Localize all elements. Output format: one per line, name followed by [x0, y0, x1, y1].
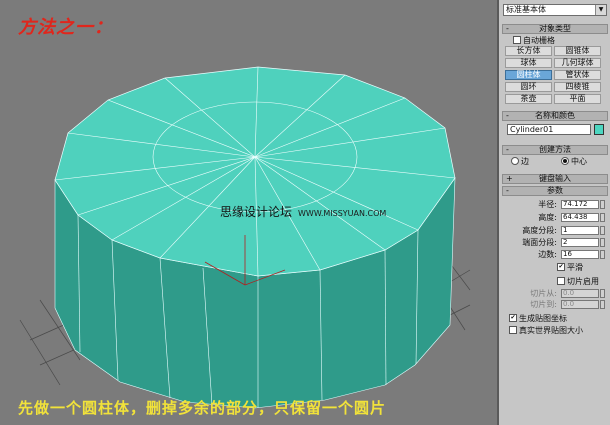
rollout-name-color[interactable]: - 名称和颜色	[502, 111, 608, 121]
checkbox-box	[557, 276, 565, 285]
checkbox-checked: ✔	[509, 313, 517, 322]
primitive-type-dropdown[interactable]: 标准基本体 ▼	[503, 4, 607, 16]
cylinder-button[interactable]: 圆柱体	[505, 70, 552, 80]
radio-dot	[511, 156, 519, 165]
radio-edge[interactable]: 边	[511, 156, 529, 167]
radio-center[interactable]: 中心	[561, 156, 587, 167]
spinner-icon[interactable]	[600, 250, 605, 259]
rollout-parameters[interactable]: - 参数	[502, 186, 608, 196]
rollout-creation-method[interactable]: - 创建方法	[502, 145, 608, 155]
param-label: 端面分段:	[522, 238, 557, 247]
auto-grid-label: 自动栅格	[523, 36, 555, 45]
tube-button[interactable]: 管状体	[554, 70, 601, 80]
plane-button[interactable]: 平面	[554, 94, 601, 104]
geosphere-button[interactable]: 几何球体	[554, 58, 601, 68]
radio-dot-selected	[561, 156, 569, 165]
slice-on-checkbox[interactable]: 切片启用	[557, 276, 599, 287]
real-world-map-label: 真实世界贴图大小	[519, 326, 583, 335]
smooth-label: 平滑	[567, 263, 583, 272]
pyramid-button[interactable]: 四棱锥	[554, 82, 601, 92]
dropdown-value: 标准基本体	[506, 5, 546, 14]
object-name-input[interactable]: Cylinder01	[507, 124, 591, 135]
watermark-text: 思缘设计论坛	[220, 205, 293, 219]
radio-center-label: 中心	[571, 157, 587, 166]
watermark: 思缘设计论坛 WWW.MISSYUAN.COM	[220, 203, 386, 220]
param-slice-to: 切片到: 0.0	[503, 300, 607, 310]
teapot-button[interactable]: 茶壶	[505, 94, 552, 104]
real-world-map-checkbox[interactable]: 真实世界贴图大小	[509, 325, 583, 336]
param-label: 边数:	[538, 250, 557, 259]
param-height-segments: 高度分段: 1	[503, 226, 607, 236]
rollout-object-type[interactable]: - 对象类型	[502, 24, 608, 34]
tutorial-caption: 先做一个圆柱体，删掉多余的部分，只保留一个圆片	[18, 399, 387, 417]
smooth-checkbox[interactable]: ✔ 平滑	[557, 262, 583, 273]
rollout-title: 参数	[547, 186, 563, 195]
slice-on-label: 切片启用	[567, 277, 599, 286]
spinner-icon[interactable]	[600, 226, 605, 235]
checkbox-box	[513, 35, 521, 44]
param-slice-from: 切片从: 0.0	[503, 289, 607, 299]
rollout-title: 对象类型	[539, 24, 571, 33]
param-height: 高度: 64.438	[503, 213, 607, 223]
command-panel: 标准基本体 ▼ - 对象类型 自动栅格 长方体 圆锥体 球体 几何球体 圆柱体 …	[497, 0, 610, 425]
slice-to-input[interactable]: 0.0	[561, 300, 599, 309]
checkbox-box	[509, 325, 517, 334]
3d-viewport[interactable]: 方法之一： 思缘设计论坛 WWW.MISSYUAN.COM 先做一个圆柱体，删掉多…	[0, 0, 497, 425]
method-title: 方法之一：	[18, 17, 113, 38]
param-sides: 边数: 16	[503, 250, 607, 260]
rollout-title: 名称和颜色	[535, 111, 575, 120]
object-color-swatch[interactable]	[594, 124, 604, 135]
param-label: 高度分段:	[522, 226, 557, 235]
radio-edge-label: 边	[521, 157, 529, 166]
watermark-url: WWW.MISSYUAN.COM	[298, 209, 387, 218]
collapse-icon: -	[506, 24, 509, 33]
collapse-icon: -	[506, 145, 509, 154]
param-cap-segments: 端面分段: 2	[503, 238, 607, 248]
spinner-icon[interactable]	[600, 213, 605, 222]
radius-input[interactable]: 74.172	[561, 200, 599, 209]
chevron-down-icon[interactable]: ▼	[595, 5, 606, 15]
rollout-title: 创建方法	[539, 145, 571, 154]
height-segments-input[interactable]: 1	[561, 226, 599, 235]
param-radius: 半径: 74.172	[503, 200, 607, 210]
checkbox-checked: ✔	[557, 262, 565, 271]
slice-from-input[interactable]: 0.0	[561, 289, 599, 298]
box-button[interactable]: 长方体	[505, 46, 552, 56]
rollout-title: 键盘输入	[539, 174, 571, 183]
collapse-icon: -	[506, 186, 509, 195]
auto-grid-checkbox[interactable]: 自动栅格	[513, 35, 555, 46]
spinner-icon[interactable]	[600, 289, 605, 298]
spinner-icon[interactable]	[600, 300, 605, 309]
param-label: 高度:	[538, 213, 557, 222]
height-input[interactable]: 64.438	[561, 213, 599, 222]
torus-button[interactable]: 圆环	[505, 82, 552, 92]
gen-map-coords-checkbox[interactable]: ✔ 生成贴图坐标	[509, 313, 567, 324]
param-label: 切片从:	[530, 289, 557, 298]
cap-segments-input[interactable]: 2	[561, 238, 599, 247]
sides-input[interactable]: 16	[561, 250, 599, 259]
param-label: 切片到:	[530, 300, 557, 309]
gen-map-coords-label: 生成贴图坐标	[519, 314, 567, 323]
param-label: 半径:	[538, 200, 557, 209]
expand-icon: +	[506, 174, 513, 183]
sphere-button[interactable]: 球体	[505, 58, 552, 68]
collapse-icon: -	[506, 111, 509, 120]
spinner-icon[interactable]	[600, 238, 605, 247]
spinner-icon[interactable]	[600, 200, 605, 209]
rollout-keyboard-entry[interactable]: + 键盘输入	[502, 174, 608, 184]
cone-button[interactable]: 圆锥体	[554, 46, 601, 56]
